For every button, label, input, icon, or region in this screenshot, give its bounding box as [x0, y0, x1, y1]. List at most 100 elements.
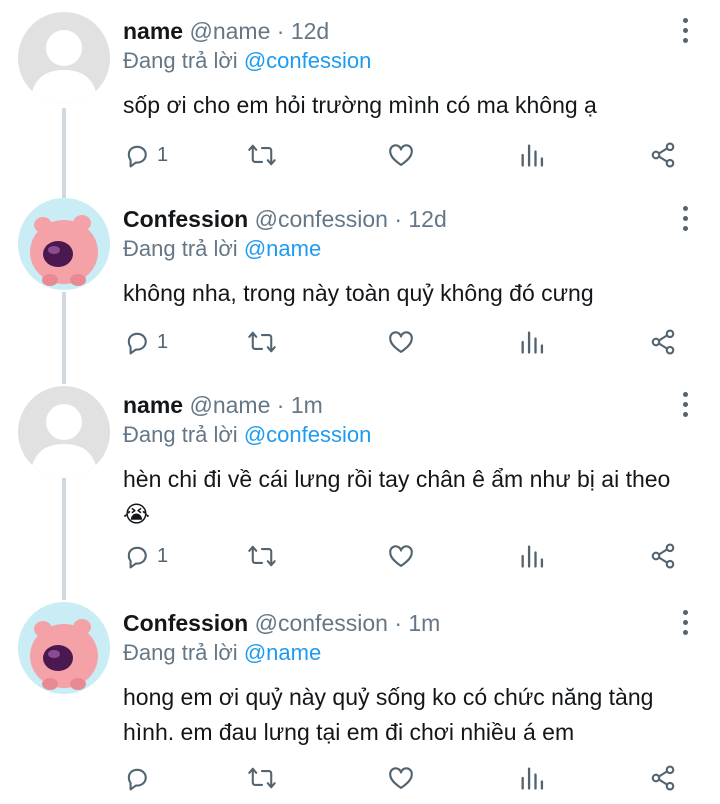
heart-icon [389, 767, 413, 789]
tweet-actions: 1 [123, 139, 690, 171]
replying-to: Đang trả lời @confession [123, 46, 683, 76]
more-options-icon[interactable] [682, 18, 690, 44]
tweet-content: name @name · 12d Đang trả lời @confessio… [123, 16, 683, 123]
reply-count: 1 [157, 143, 169, 166]
retweet-icon [248, 545, 276, 567]
like-button[interactable] [387, 139, 415, 171]
heart-icon [389, 545, 413, 567]
replying-prefix: Đang trả lời [123, 236, 238, 261]
pink-pig-avatar-icon [18, 198, 110, 290]
reply-icon [127, 768, 147, 791]
stats-button[interactable] [519, 762, 545, 794]
more-options-icon[interactable] [682, 610, 690, 636]
tweet-header: name @name · 1m [123, 390, 683, 420]
retweet-icon [248, 767, 276, 789]
tweet[interactable]: Confession @confession · 12d Đang trả lờ… [0, 188, 720, 374]
replying-to: Đang trả lời @name [123, 638, 683, 668]
tweet-content: name @name · 1m Đang trả lời @confession… [123, 390, 683, 532]
display-name[interactable]: Confession [123, 610, 248, 636]
tweet-text: hèn chi đi về cái lưng rồi tay chân ê ẩm… [123, 466, 671, 527]
default-avatar-icon [18, 386, 110, 478]
timestamp[interactable]: 1m [291, 392, 323, 418]
timestamp[interactable]: 1m [408, 610, 440, 636]
share-button[interactable] [649, 326, 677, 358]
tweet-text: sốp ơi cho em hỏi trường mình có ma khôn… [123, 92, 597, 118]
tweet[interactable]: name @name · 12d Đang trả lời @confessio… [0, 0, 720, 186]
tweet-header: Confession @confession · 12d [123, 204, 683, 234]
stats-button[interactable] [519, 139, 545, 171]
reply-button[interactable]: 1 [123, 540, 168, 572]
tweet-text: hong em ơi quỷ này quỷ sống ko có chức n… [123, 684, 654, 745]
display-name[interactable]: name [123, 18, 183, 44]
tweet-actions: 1 [123, 540, 690, 572]
share-icon [651, 142, 675, 168]
replying-prefix: Đang trả lời [123, 422, 238, 447]
tweet-header: name @name · 12d [123, 16, 683, 46]
retweet-button[interactable] [247, 326, 277, 358]
like-button[interactable] [387, 762, 415, 794]
tweet-actions: 1 [123, 326, 690, 358]
heart-icon [389, 144, 413, 166]
mention-link[interactable]: @confession [244, 422, 372, 447]
display-name[interactable]: Confession [123, 206, 248, 232]
share-button[interactable] [649, 139, 677, 171]
default-avatar-icon [18, 12, 110, 104]
avatar[interactable] [18, 602, 110, 694]
share-icon [651, 543, 675, 569]
user-handle[interactable]: @name [189, 18, 270, 44]
reply-icon [127, 145, 147, 168]
tweet-content: Confession @confession · 1m Đang trả lời… [123, 608, 683, 750]
mention-link[interactable]: @confession [244, 48, 372, 73]
separator: · [276, 392, 285, 418]
share-button[interactable] [649, 762, 677, 794]
stats-button[interactable] [519, 326, 545, 358]
stats-button[interactable] [519, 540, 545, 572]
replying-to: Đang trả lời @confession [123, 420, 683, 450]
tweet-text: không nha, trong này toàn quỷ không đó c… [123, 280, 594, 306]
reply-count: 1 [157, 330, 169, 353]
mention-link[interactable]: @name [244, 236, 321, 261]
timestamp[interactable]: 12d [408, 206, 446, 232]
separator: · [276, 18, 285, 44]
retweet-button[interactable] [247, 762, 277, 794]
reply-icon [127, 546, 147, 569]
avatar[interactable] [18, 198, 110, 290]
share-button[interactable] [649, 540, 677, 572]
stats-icon [521, 144, 544, 167]
user-handle[interactable]: @confession [255, 206, 388, 232]
user-handle[interactable]: @name [189, 392, 270, 418]
more-options-icon[interactable] [682, 206, 690, 232]
reply-icon [127, 332, 147, 355]
heart-icon [389, 331, 413, 353]
user-handle[interactable]: @confession [255, 610, 388, 636]
share-icon [651, 329, 675, 355]
reply-button[interactable]: 1 [123, 139, 168, 171]
display-name[interactable]: name [123, 392, 183, 418]
retweet-icon [248, 331, 276, 353]
share-icon [651, 765, 675, 791]
more-options-icon[interactable] [682, 392, 690, 418]
stats-icon [521, 545, 544, 568]
retweet-icon [248, 144, 276, 166]
mention-link[interactable]: @name [244, 640, 321, 665]
separator: · [394, 206, 402, 232]
avatar[interactable] [18, 386, 110, 478]
like-button[interactable] [387, 540, 415, 572]
tweet[interactable]: name @name · 1m Đang trả lời @confession… [0, 374, 720, 590]
tweet[interactable]: Confession @confession · 1m Đang trả lời… [0, 592, 720, 804]
timestamp[interactable]: 12d [291, 18, 329, 44]
reply-button[interactable] [123, 762, 157, 794]
retweet-button[interactable] [247, 139, 277, 171]
tweet-header: Confession @confession · 1m [123, 608, 683, 638]
pink-pig-avatar-icon [18, 602, 110, 694]
avatar[interactable] [18, 12, 110, 104]
reply-button[interactable]: 1 [123, 326, 168, 358]
replying-to: Đang trả lời @name [123, 234, 683, 264]
like-button[interactable] [387, 326, 415, 358]
stats-icon [521, 767, 544, 790]
retweet-button[interactable] [247, 540, 277, 572]
tweet-actions [123, 762, 690, 794]
tweet-content: Confession @confession · 12d Đang trả lờ… [123, 204, 683, 311]
stats-icon [521, 331, 544, 354]
reply-count: 1 [157, 544, 169, 567]
